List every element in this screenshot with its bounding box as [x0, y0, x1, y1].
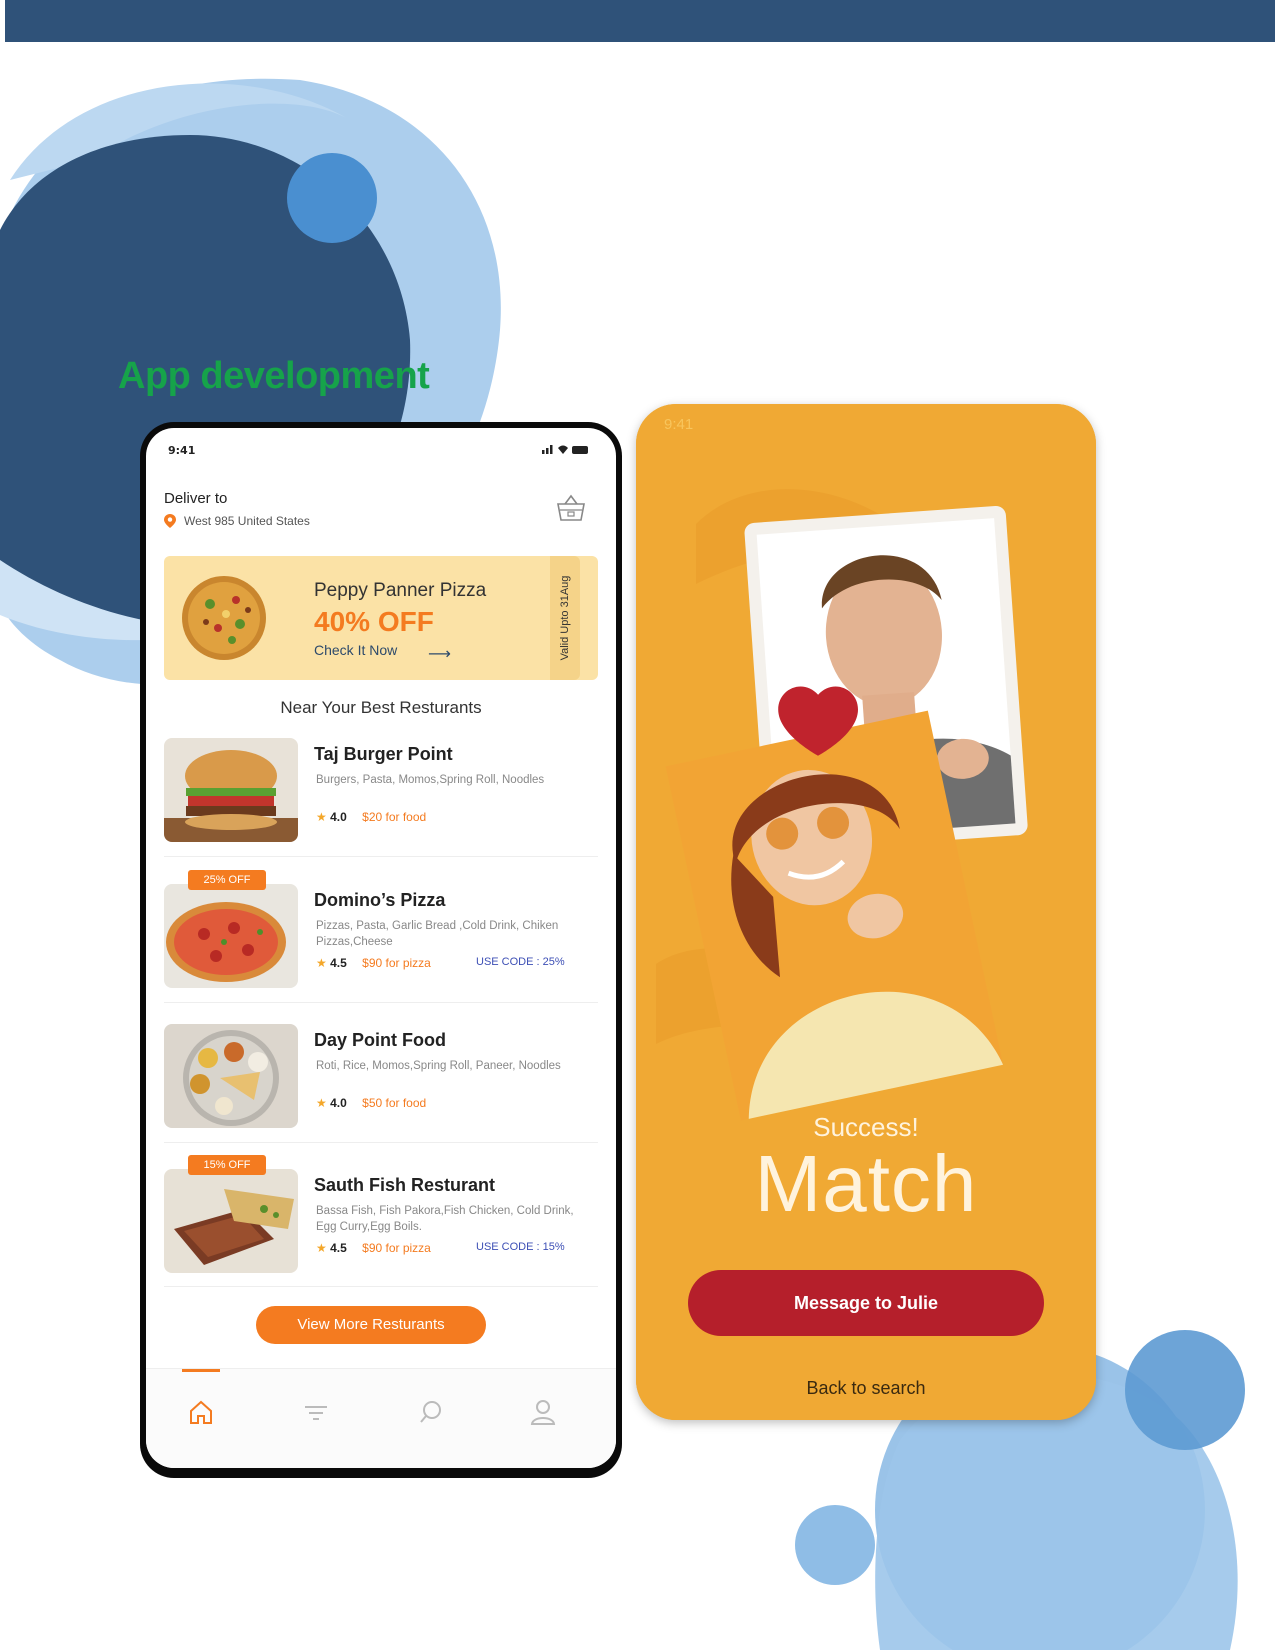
promo-validity-text: Valid Upto 31Aug	[559, 575, 571, 661]
restaurant-name: Taj Burger Point	[314, 744, 453, 764]
restaurant-price: $20 for food	[362, 810, 427, 824]
restaurant-rating: 4.5	[330, 956, 347, 970]
restaurant-meta: ★ 4.5 $90 for pizza	[316, 956, 431, 970]
divider	[164, 1002, 598, 1003]
restaurant-price: $50 for food	[362, 1096, 427, 1110]
restaurant-card[interactable]: Day Point Food Roti, Rice, Momos,Spring …	[164, 1018, 598, 1148]
discount-badge: 15% OFF	[188, 1155, 266, 1175]
restaurant-cuisines: Pizzas, Pasta, Garlic Bread ,Cold Drink,…	[316, 920, 559, 948]
divider	[164, 856, 598, 857]
back-to-search-link[interactable]: Back to search	[636, 1378, 1096, 1399]
restaurant-rating: 4.0	[330, 810, 347, 824]
divider	[164, 1142, 598, 1143]
message-button[interactable]: Message to Julie	[688, 1270, 1044, 1336]
restaurant-meta: ★ 4.0 $20 for food	[316, 810, 426, 824]
promo-discount: 40% OFF	[314, 606, 434, 637]
restaurant-name: Sauth Fish Resturant	[314, 1175, 496, 1195]
restaurant-image	[164, 884, 298, 988]
bottom-nav	[146, 1368, 616, 1468]
home-icon[interactable]	[184, 1395, 218, 1429]
section-heading: Near Your Best Resturants	[280, 698, 482, 717]
dating-app-phone: 9:41 Success! Match Message to Julie Bac…	[636, 404, 1096, 1420]
restaurant-cuisines: Burgers, Pasta, Momos,Spring Roll, Noodl…	[316, 774, 545, 786]
star-icon: ★	[316, 1241, 327, 1255]
promo-validity: Valid Upto 31Aug	[550, 556, 580, 680]
active-tab-indicator	[182, 1369, 220, 1372]
star-icon: ★	[316, 956, 327, 970]
restaurant-card[interactable]: 15% OFF Sauth Fish Resturant Bassa Fish,…	[164, 1155, 598, 1293]
discount-badge: 25% OFF	[188, 870, 266, 890]
restaurant-image	[164, 1169, 298, 1273]
status-time: 9:41	[168, 444, 196, 457]
restaurant-rating: 4.0	[330, 1096, 347, 1110]
restaurant-card[interactable]: 25% OFF Domino’s Pizza Pizzas, Pasta, Ga…	[164, 870, 598, 1008]
restaurant-price: $90 for pizza	[362, 956, 431, 970]
star-icon: ★	[316, 810, 327, 824]
restaurant-rating: 4.5	[330, 1241, 347, 1255]
restaurant-meta: ★ 4.0 $50 for food	[316, 1096, 426, 1110]
food-app-screen: 9:41 Deliver to West 985 United States P…	[146, 428, 616, 1468]
star-icon: ★	[316, 1096, 327, 1110]
search-icon[interactable]	[414, 1395, 448, 1429]
divider	[164, 1286, 598, 1287]
arrow-right-icon: ⟶	[428, 644, 451, 663]
food-app-phone: 9:41 Deliver to West 985 United States P…	[140, 422, 622, 1478]
filter-icon[interactable]	[299, 1395, 333, 1429]
pizza-image	[182, 576, 266, 660]
restaurant-cuisines: Bassa Fish, Fish Pakora,Fish Chicken, Co…	[316, 1205, 574, 1233]
restaurant-card[interactable]: Taj Burger Point Burgers, Pasta, Momos,S…	[164, 732, 598, 862]
restaurant-name: Domino’s Pizza	[314, 890, 446, 910]
deliver-to-label: Deliver to	[164, 490, 228, 507]
match-text: Match	[754, 1139, 978, 1228]
promo-banner[interactable]: Peppy Panner Pizza 40% OFF Check It Now …	[164, 556, 598, 680]
view-more-button[interactable]: View More Resturants	[256, 1306, 486, 1344]
restaurant-meta: ★ 4.5 $90 for pizza	[316, 1241, 431, 1255]
basket-icon[interactable]	[556, 494, 586, 522]
restaurant-cuisines: Roti, Rice, Momos,Spring Roll, Paneer, N…	[316, 1060, 561, 1072]
profile-icon[interactable]	[526, 1395, 560, 1429]
status-icons	[542, 445, 588, 454]
map-pin-icon	[164, 514, 176, 528]
status-time: 9:41	[664, 416, 694, 433]
section-title: App development	[118, 355, 430, 397]
restaurant-name: Day Point Food	[314, 1030, 446, 1050]
delivery-address[interactable]: West 985 United States	[184, 514, 310, 528]
match-photos	[636, 404, 1096, 1420]
restaurant-image	[164, 1024, 298, 1128]
promo-title: Peppy Panner Pizza	[314, 580, 487, 601]
restaurant-price: $90 for pizza	[362, 1241, 431, 1255]
promo-code: USE CODE : 25%	[476, 956, 565, 968]
check-it-now-link[interactable]: Check It Now	[314, 642, 397, 658]
restaurant-image	[164, 738, 298, 842]
promo-code: USE CODE : 15%	[476, 1241, 565, 1253]
